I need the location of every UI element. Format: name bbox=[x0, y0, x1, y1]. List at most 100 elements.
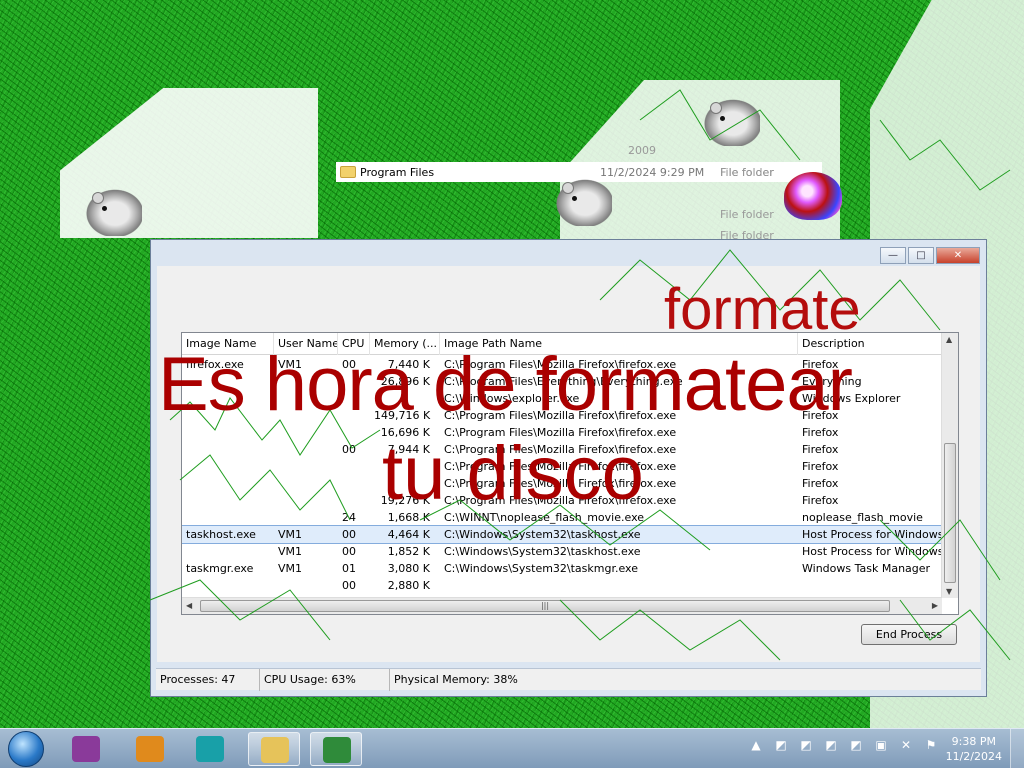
format-warning-line1: Es hora de formatear bbox=[158, 342, 853, 427]
cell-desc: Firefox bbox=[802, 460, 839, 473]
cell-name bbox=[182, 458, 274, 475]
clock-time: 9:38 PM bbox=[951, 735, 996, 748]
close-button[interactable]: ✕ bbox=[936, 247, 980, 264]
status-cpu-usage: CPU Usage: 63% bbox=[260, 669, 390, 691]
cell-name: taskhost.exe bbox=[186, 528, 256, 541]
network-icon[interactable]: ▣ bbox=[873, 737, 889, 753]
maximize-button[interactable]: □ bbox=[908, 247, 934, 264]
table-row[interactable]: 00 2,880 K bbox=[182, 577, 942, 594]
cell-cpu: 00 bbox=[342, 545, 356, 558]
cell-cpu bbox=[338, 458, 370, 475]
cell-mem: 2,880 K bbox=[387, 579, 430, 592]
bear-sprite-icon bbox=[82, 186, 142, 236]
cell-path: C:\Windows\System32\taskhost.exe bbox=[444, 528, 641, 541]
horizontal-scrollbar[interactable]: ◀ ||| ▶ bbox=[182, 597, 942, 614]
action-center-icon[interactable]: ⚑ bbox=[923, 737, 939, 753]
clock[interactable]: 9:38 PM 11/2/2024 bbox=[946, 734, 1002, 764]
cell-user: VM1 bbox=[278, 562, 303, 575]
cell-name bbox=[182, 509, 274, 526]
taskbar: ▲ ◩ ◩ ◩ ◩ ▣ ✕ ⚑ 9:38 PM 11/2/2024 bbox=[0, 728, 1024, 768]
vertical-scrollbar[interactable]: ▲ ▼ bbox=[941, 333, 958, 598]
globe-icon bbox=[196, 736, 224, 762]
cell-name bbox=[182, 577, 274, 594]
cell-mem: 1,852 K bbox=[387, 545, 430, 558]
cell-user bbox=[274, 458, 338, 475]
cell-user bbox=[274, 577, 338, 594]
show-hidden-icons-icon[interactable]: ▲ bbox=[748, 737, 764, 753]
cell-name bbox=[182, 475, 274, 492]
table-row[interactable]: VM1 00 1,852 K C:\Windows\System32\taskhost… bbox=[182, 543, 942, 560]
cell-user: VM1 bbox=[278, 545, 303, 558]
cell-cpu: 24 bbox=[342, 511, 356, 524]
cell-cpu bbox=[338, 475, 370, 492]
cell-path: C:\Windows\System32\taskhost.exe bbox=[444, 545, 641, 558]
cell-user bbox=[274, 475, 338, 492]
taskbar-app-button[interactable] bbox=[60, 732, 112, 766]
folder-icon bbox=[340, 166, 356, 178]
tray-app-icon[interactable]: ◩ bbox=[823, 737, 839, 753]
bear-sprite-icon bbox=[552, 176, 612, 226]
tray-app-icon[interactable]: ◩ bbox=[848, 737, 864, 753]
explorer-fragment: File folder bbox=[720, 166, 774, 179]
cell-path: C:\Windows\System32\taskmgr.exe bbox=[444, 562, 638, 575]
window-controls: — □ ✕ bbox=[880, 247, 980, 264]
cell-desc bbox=[798, 577, 942, 594]
status-physical-memory: Physical Memory: 38% bbox=[394, 673, 518, 686]
cell-desc: Firefox bbox=[802, 494, 839, 507]
cell-name bbox=[182, 441, 274, 458]
cell-desc: Firefox bbox=[802, 477, 839, 490]
volume-muted-icon[interactable]: ✕ bbox=[898, 737, 914, 753]
cell-name bbox=[182, 543, 274, 560]
status-processes: Processes: 47 bbox=[156, 669, 260, 691]
explorer-fragment: File folder bbox=[720, 208, 774, 221]
start-button[interactable] bbox=[8, 731, 44, 767]
scroll-right-arrow-icon[interactable]: ▶ bbox=[932, 601, 938, 610]
table-row[interactable]: taskhost.exe VM1 00 4,464 K C:\Windows\Syste… bbox=[182, 525, 943, 544]
scroll-down-arrow-icon[interactable]: ▼ bbox=[946, 587, 952, 596]
cell-desc: Firefox bbox=[802, 443, 839, 456]
cell-desc: Windows Task Manager bbox=[802, 562, 931, 575]
cell-user bbox=[274, 441, 338, 458]
cell-user bbox=[274, 509, 338, 526]
cell-name bbox=[182, 492, 274, 509]
table-row[interactable]: taskmgr.exe VM1 01 3,080 K C:\Windows\System… bbox=[182, 560, 942, 577]
bear-sprite-icon bbox=[700, 96, 760, 146]
cell-user bbox=[274, 492, 338, 509]
status-bar: Processes: 47 CPU Usage: 63% Physical Me… bbox=[156, 668, 981, 691]
ghost-message-text: formate bbox=[664, 277, 861, 342]
minimize-button[interactable]: — bbox=[880, 247, 906, 264]
folder-icon bbox=[261, 737, 289, 763]
vertical-scroll-thumb[interactable] bbox=[944, 443, 956, 583]
end-process-button[interactable]: End Process bbox=[861, 624, 957, 645]
taskbar-app-button[interactable] bbox=[248, 732, 300, 766]
notification-area: ▲ ◩ ◩ ◩ ◩ ▣ ✕ ⚑ bbox=[748, 737, 939, 753]
clock-date: 11/2/2024 bbox=[945, 750, 1002, 763]
cell-cpu: 00 bbox=[342, 443, 356, 456]
taskbar-app-button[interactable] bbox=[124, 732, 176, 766]
tray-app-icon[interactable]: ◩ bbox=[773, 737, 789, 753]
show-desktop-button[interactable] bbox=[1010, 729, 1024, 768]
cell-user: VM1 bbox=[278, 528, 303, 541]
cell-cpu: 00 bbox=[342, 528, 356, 541]
task-manager-icon bbox=[323, 737, 351, 763]
format-warning-line2: tu disco bbox=[382, 431, 644, 516]
cell-path bbox=[440, 577, 798, 594]
cell-desc: Host Process for Windows Tasks bbox=[802, 528, 942, 541]
horizontal-scroll-thumb[interactable]: ||| bbox=[200, 600, 890, 612]
tray-app-icon[interactable]: ◩ bbox=[798, 737, 814, 753]
media-icon bbox=[136, 736, 164, 762]
scroll-left-arrow-icon[interactable]: ◀ bbox=[186, 601, 192, 610]
winrar-icon bbox=[72, 736, 100, 762]
cell-cpu: 01 bbox=[342, 562, 356, 575]
taskbar-app-button[interactable] bbox=[310, 732, 362, 766]
cell-cpu: 00 bbox=[342, 579, 356, 592]
cell-name: taskmgr.exe bbox=[186, 562, 254, 575]
helmet-sprite-icon bbox=[784, 172, 842, 220]
cell-cpu bbox=[338, 492, 370, 509]
cell-mem: 4,464 K bbox=[387, 528, 430, 541]
taskbar-app-button[interactable] bbox=[184, 732, 236, 766]
scroll-up-arrow-icon[interactable]: ▲ bbox=[946, 335, 952, 344]
cell-desc: Host Process for Windows Tasks bbox=[802, 545, 942, 558]
cell-mem: 3,080 K bbox=[387, 562, 430, 575]
explorer-fragment: 2009 bbox=[628, 144, 656, 157]
